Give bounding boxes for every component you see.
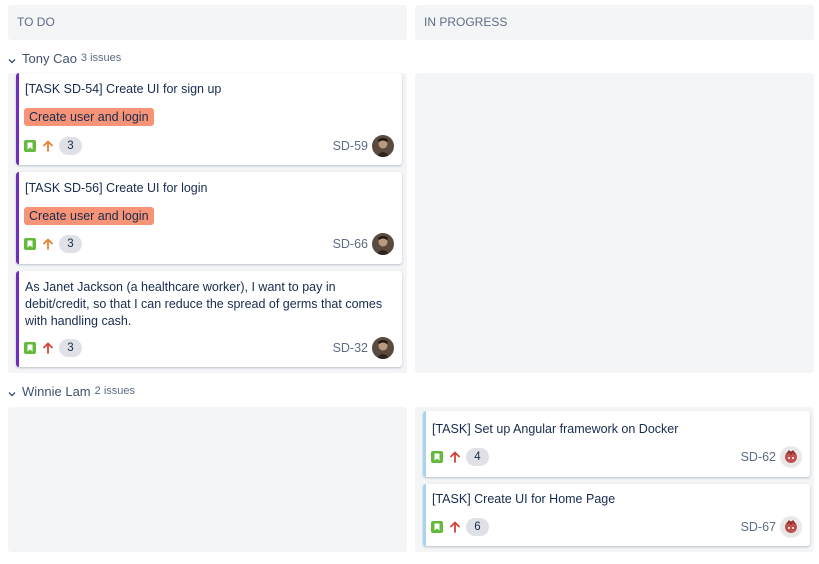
chevron-down-icon[interactable] [7, 53, 17, 64]
priority-highest-icon [449, 520, 461, 534]
issue-card-sd-66[interactable]: [TASK SD-56] Create UI for login Create … [16, 172, 402, 264]
story-points-badge: 3 [59, 339, 82, 357]
issue-key[interactable]: SD-32 [333, 341, 368, 355]
winnie-avatar [780, 446, 802, 468]
lane-winnie-todo [8, 407, 407, 552]
swimlane-name: Winnie Lam [22, 383, 91, 399]
priority-highest-icon [42, 341, 54, 355]
tony-avatar [372, 337, 394, 359]
issue-key[interactable]: SD-66 [333, 237, 368, 251]
issue-summary: As Janet Jackson (a healthcare worker), … [25, 280, 383, 328]
issue-key[interactable]: SD-59 [333, 139, 368, 153]
swimlane-header-winnie-lam[interactable]: Winnie Lam 2 issues [7, 381, 135, 401]
swimlane-issue-count: 2 issues [94, 385, 135, 397]
issue-card-sd-62[interactable]: [TASK] Set up Angular framework on Docke… [423, 411, 810, 477]
column-header-in-progress: IN PROGRESS [415, 5, 814, 40]
column-header-todo: TO DO [8, 5, 407, 40]
issue-summary: [TASK] Create UI for Home Page [432, 492, 616, 506]
issue-key[interactable]: SD-62 [741, 450, 776, 464]
issue-card-sd-59[interactable]: [TASK SD-54] Create UI for sign up Creat… [16, 73, 402, 165]
card-footer: 4 SD-62 [431, 446, 802, 468]
issue-summary: [TASK SD-56] Create UI for login [25, 181, 208, 195]
tony-avatar [372, 233, 394, 255]
epic-color-bar [423, 411, 426, 477]
epic-color-bar [16, 271, 19, 367]
column-title: TO DO [17, 15, 55, 29]
card-footer: 3 SD-66 [24, 233, 394, 255]
priority-highest-icon [449, 450, 461, 464]
story-points-badge: 3 [59, 137, 82, 155]
epic-color-bar [16, 73, 19, 165]
winnie-avatar [780, 516, 802, 538]
swimlane-header-tony-cao[interactable]: Tony Cao 3 issues [7, 48, 121, 68]
epic-color-bar [16, 172, 19, 264]
priority-high-icon [42, 139, 54, 153]
card-footer: 3 SD-32 [24, 337, 394, 359]
story-points-badge: 4 [466, 448, 489, 466]
story-icon [24, 342, 36, 354]
column-title: IN PROGRESS [424, 15, 508, 29]
epic-color-bar [423, 484, 426, 546]
issue-summary: [TASK] Set up Angular framework on Docke… [432, 422, 679, 436]
card-footer: 6 SD-67 [431, 516, 802, 538]
story-icon [24, 140, 36, 152]
story-icon [24, 238, 36, 250]
chevron-down-icon[interactable] [7, 386, 17, 397]
story-icon [431, 521, 443, 533]
issue-key[interactable]: SD-67 [741, 520, 776, 534]
issue-summary: [TASK SD-54] Create UI for sign up [25, 82, 222, 96]
story-points-badge: 6 [466, 518, 489, 536]
epic-label: Create user and login [24, 108, 154, 126]
story-points-badge: 3 [59, 235, 82, 253]
epic-label: Create user and login [24, 207, 154, 225]
priority-high-icon [42, 237, 54, 251]
tony-avatar [372, 135, 394, 157]
story-icon [431, 451, 443, 463]
card-footer: 3 SD-59 [24, 135, 394, 157]
issue-card-sd-32[interactable]: As Janet Jackson (a healthcare worker), … [16, 271, 402, 367]
lane-tony-in-progress [415, 73, 814, 373]
swimlane-issue-count: 3 issues [80, 52, 122, 64]
issue-card-sd-67[interactable]: [TASK] Create UI for Home Page 6 SD-67 [423, 484, 810, 546]
swimlane-name: Tony Cao [22, 50, 77, 66]
